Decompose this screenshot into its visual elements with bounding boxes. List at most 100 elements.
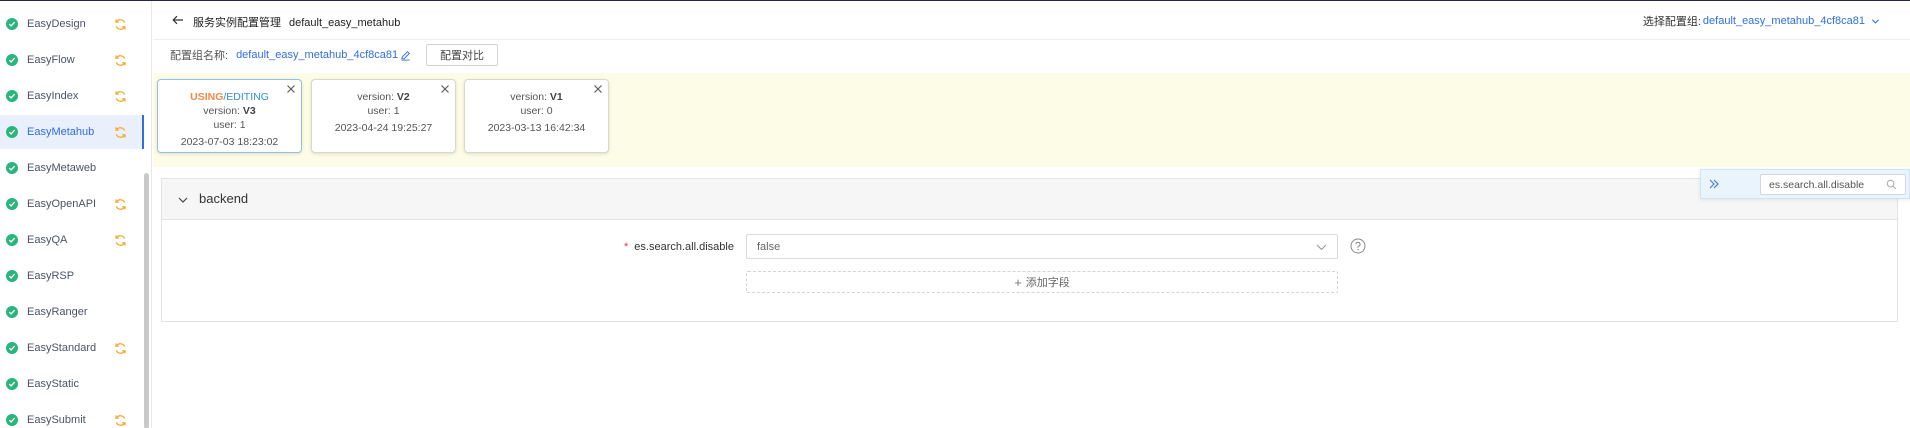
sidebar-item-easyranger[interactable]: EasyRanger [0, 295, 144, 329]
sidebar: EasyDesign EasyFlow EasyIndex EasyMetahub Ea… [0, 1, 152, 428]
version-status: USING/EDITING [158, 90, 301, 104]
version-card-v1[interactable]: version: V1 user: 0 2023-03-13 16:42:34 [464, 79, 609, 153]
version-prefix: version: [510, 91, 550, 103]
sidebar-item-label: EasySubmit [27, 414, 86, 426]
floating-search-panel: es.search.all.disable [1700, 169, 1910, 199]
version-time: 2023-04-24 19:25:27 [334, 122, 433, 134]
check-circle-icon [6, 198, 18, 210]
instance-name: default_easy_metahub [289, 17, 401, 29]
status-editing: EDITING [226, 91, 269, 103]
version-user: user: 0 [520, 105, 553, 117]
add-field-label: 添加字段 [1025, 277, 1070, 289]
version-card-v3[interactable]: USING/EDITING version: V3 user: 1 2023-0… [157, 79, 302, 153]
sync-icon[interactable] [114, 198, 127, 211]
sidebar-item-label: EasyRanger [27, 306, 88, 318]
status-using: USING [190, 91, 224, 103]
sidebar-item-easystatic[interactable]: EasyStatic [0, 367, 144, 401]
config-group-select[interactable]: 选择配置组: default_easy_metahub_4cf8ca81 [1643, 13, 1880, 29]
sidebar-item-label: EasyQA [27, 234, 68, 246]
sidebar-item-label: EasyRSP [27, 270, 75, 282]
page-title: 服务实例配置管理 default_easy_metahub [193, 14, 400, 30]
config-name-value: default_easy_metahub_4cf8ca81 [236, 49, 399, 61]
sidebar-item-label: EasyDesign [27, 18, 86, 30]
check-circle-icon [6, 90, 18, 102]
sidebar-item-label: EasyMetaweb [27, 162, 97, 174]
sidebar-item-label: EasyMetahub [27, 126, 95, 138]
close-icon[interactable] [286, 84, 296, 94]
sidebar-item-label: EasyOpenAPI [27, 198, 97, 210]
field-value-select[interactable]: false [746, 234, 1338, 259]
sidebar-item-easystandard[interactable]: EasyStandard [0, 331, 144, 365]
field-label: * es.search.all.disable [624, 241, 734, 253]
sync-icon[interactable] [114, 18, 127, 31]
help-icon[interactable] [1350, 238, 1366, 254]
version-prefix: version: [203, 105, 243, 117]
sidebar-item-easymetaweb[interactable]: EasyMetaweb [0, 151, 144, 185]
edit-icon[interactable] [400, 50, 411, 61]
check-circle-icon [6, 414, 18, 426]
compare-config-button[interactable]: 配置对比 [426, 44, 498, 66]
section-title: backend [199, 191, 249, 206]
check-circle-icon [6, 270, 18, 282]
sync-icon[interactable] [114, 54, 127, 67]
section-header[interactable]: backend [162, 179, 1897, 220]
version-value: V2 [396, 91, 410, 103]
check-circle-icon [6, 378, 18, 390]
sidebar-item-label: EasyStandard [27, 342, 97, 354]
sidebar-item-label: EasyFlow [27, 54, 75, 66]
chevron-down-icon[interactable] [178, 195, 188, 205]
sidebar-item-easymetahub[interactable]: EasyMetahub [0, 115, 144, 149]
sidebar-item-easyrsp[interactable]: EasyRSP [0, 259, 144, 293]
version-value: V3 [242, 105, 256, 117]
sidebar-item-easyindex[interactable]: EasyIndex [0, 79, 144, 113]
check-circle-icon [6, 54, 18, 66]
check-circle-icon [6, 18, 18, 30]
config-name-label: 配置组名称: [170, 50, 229, 62]
check-circle-icon [6, 162, 18, 174]
sidebar-item-easyflow[interactable]: EasyFlow [0, 43, 144, 77]
page-header: 服务实例配置管理 default_easy_metahub 选择配置组: defa… [153, 1, 1910, 40]
sidebar-item-easyopenapi[interactable]: EasyOpenAPI [0, 187, 144, 221]
version-card-v2[interactable]: version: V2 user: 1 2023-04-24 19:25:27 [311, 79, 456, 153]
close-icon[interactable] [440, 84, 450, 94]
sync-icon[interactable] [114, 234, 127, 247]
field-value: false [757, 241, 781, 253]
plus-icon: + [1014, 274, 1022, 290]
config-group-label: 选择配置组: [1642, 16, 1701, 28]
chevron-down-icon[interactable] [1871, 17, 1880, 26]
close-icon[interactable] [593, 84, 603, 94]
field-label-text: es.search.all.disable [634, 241, 734, 253]
sync-icon[interactable] [114, 126, 127, 139]
page-title-text: 服务实例配置管理 [193, 17, 281, 29]
required-marker: * [624, 241, 629, 253]
sync-icon[interactable] [114, 342, 127, 355]
add-field-button[interactable]: + 添加字段 [746, 271, 1338, 293]
sync-icon[interactable] [114, 414, 127, 427]
search-icon[interactable] [1886, 179, 1897, 190]
version-time: 2023-03-13 16:42:34 [487, 122, 586, 134]
check-circle-icon [6, 234, 18, 246]
version-user: user: 1 [367, 105, 400, 117]
check-circle-icon [6, 306, 18, 318]
chevron-down-icon[interactable] [1316, 243, 1327, 252]
search-input-value: es.search.all.disable [1769, 179, 1865, 191]
search-input[interactable]: es.search.all.disable [1760, 174, 1906, 195]
version-prefix: version: [357, 91, 397, 103]
check-circle-icon [6, 126, 18, 138]
version-number: version: V3 [158, 104, 301, 118]
back-arrow-icon[interactable] [172, 14, 184, 26]
sidebar-item-easysubmit[interactable]: EasySubmit [0, 403, 144, 428]
version-time: 2023-07-03 18:23:02 [180, 136, 279, 148]
sidebar-item-label: EasyIndex [27, 90, 79, 102]
version-number: version: V1 [465, 90, 608, 104]
sidebar-item-easyqa[interactable]: EasyQA [0, 223, 144, 257]
version-user: user: 1 [213, 119, 246, 131]
double-chevron-right-icon[interactable] [1708, 178, 1720, 190]
config-group-value[interactable]: default_easy_metahub_4cf8ca81 [1703, 15, 1865, 27]
sidebar-scrollbar[interactable] [144, 173, 149, 428]
version-value: V1 [549, 91, 563, 103]
sidebar-item-easydesign[interactable]: EasyDesign [0, 7, 144, 41]
version-number: version: V2 [312, 90, 455, 104]
sync-icon[interactable] [114, 90, 127, 103]
config-name-row: 配置组名称: default_easy_metahub_4cf8ca81 [170, 44, 411, 66]
